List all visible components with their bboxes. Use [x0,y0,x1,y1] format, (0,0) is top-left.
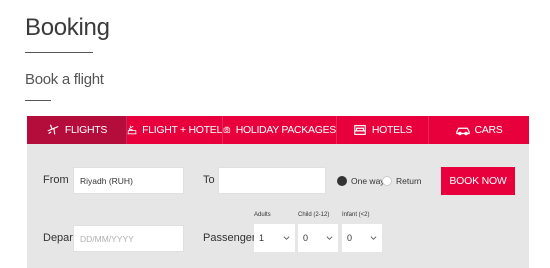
adults-label: Adults [254,212,271,218]
book-now-button[interactable]: BOOK NOW [441,167,515,195]
camera-icon [223,126,231,133]
infant-select[interactable]: 0 [342,224,382,252]
to-field[interactable] [218,167,326,194]
from-field[interactable]: Riyadh (RUH) [73,167,184,194]
booking-tabs: FLIGHTS FLIGHT + HOTEL HOLIDAY PACKAGES … [27,116,529,144]
plane-icon [47,124,59,135]
radio-unselected-icon [382,176,392,186]
one-way-radio[interactable]: One way [337,176,385,186]
chevron-down-icon [326,236,333,240]
booking-widget: FLIGHTS FLIGHT + HOTEL HOLIDAY PACKAGES … [27,116,529,268]
infant-value: 0 [347,233,353,243]
tab-cars[interactable]: CARS [429,116,529,144]
passengers-label: Passengers [203,232,262,244]
child-value: 0 [303,233,309,243]
bed-icon [354,125,366,135]
tab-flights[interactable]: FLIGHTS [27,116,127,144]
subtitle-divider [25,100,51,101]
depart-date-field[interactable]: DD/MM/YYYY [73,225,184,252]
tab-hotels-label: HOTELS [371,124,413,136]
depart-label: Depart [43,232,77,244]
tab-flight-hotel-label: FLIGHT + HOTEL [142,124,222,136]
adults-select[interactable]: 1 [254,224,295,252]
title-divider [25,52,93,53]
chevron-down-icon [370,236,377,240]
page-subtitle: Book a flight [25,71,104,88]
tab-holiday-packages[interactable]: HOLIDAY PACKAGES [223,116,337,144]
to-label: To [203,174,215,186]
one-way-label: One way [351,176,385,186]
tab-flights-label: FLIGHTS [64,124,108,136]
tab-holiday-packages-label: HOLIDAY PACKAGES [235,124,337,136]
chevron-down-icon [283,236,290,240]
car-icon [455,127,470,136]
page-title: Booking [25,14,110,41]
plane-bed-icon [127,125,137,135]
return-radio[interactable]: Return [382,176,422,186]
from-label: From [43,174,69,186]
tab-cars-label: CARS [474,124,503,136]
tab-hotels[interactable]: HOTELS [337,116,429,144]
tab-flight-hotel[interactable]: FLIGHT + HOTEL [127,116,223,144]
radio-selected-icon [337,176,347,186]
flight-search-form: From Riyadh (RUH) To One way Return BOOK… [27,144,529,268]
return-label: Return [396,176,422,186]
child-label: Child (2-12) [298,212,330,218]
infant-label: Infant (<2) [342,212,370,218]
child-select[interactable]: 0 [298,224,338,252]
adults-value: 1 [259,233,265,243]
